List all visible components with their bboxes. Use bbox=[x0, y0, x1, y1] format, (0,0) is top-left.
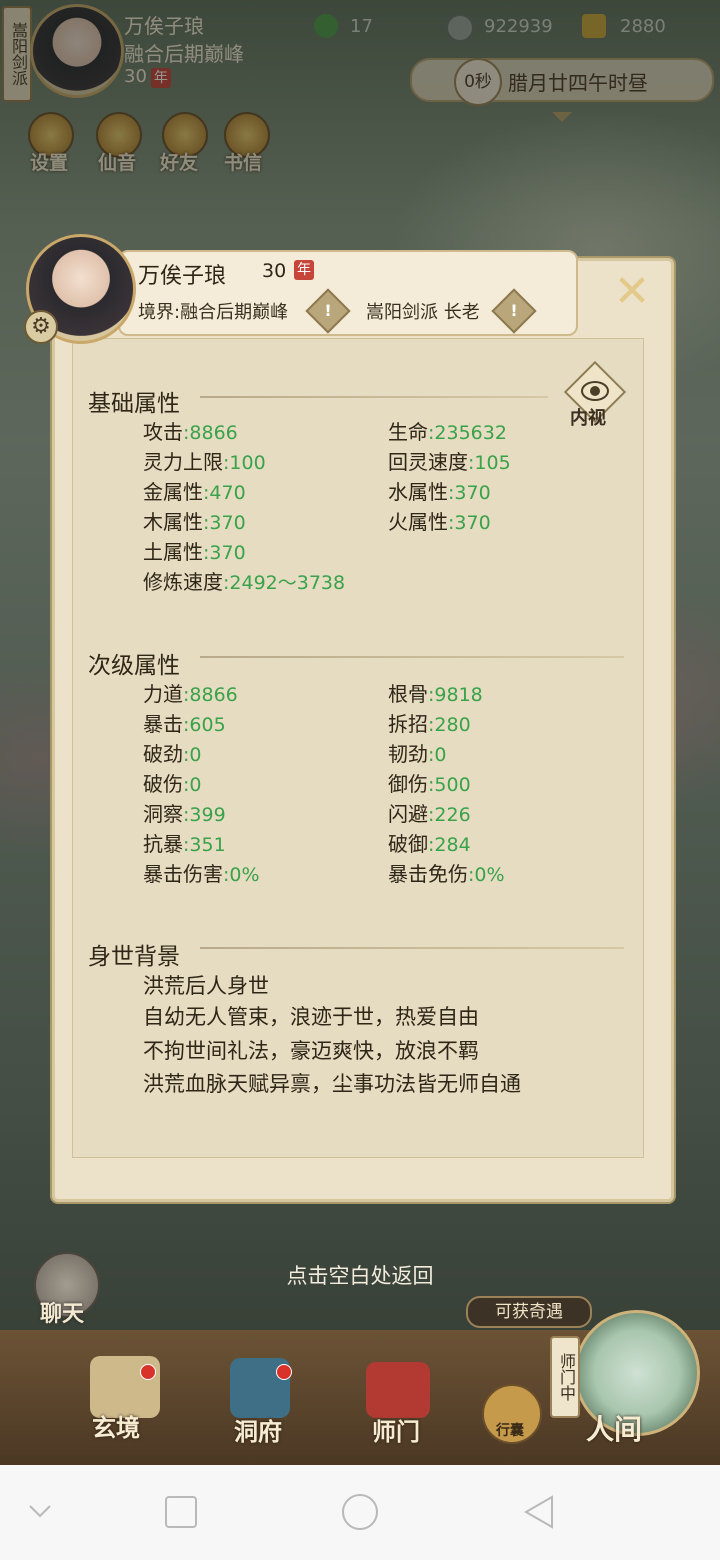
adventure-available-ribbon[interactable]: 可获奇遇 bbox=[466, 1296, 592, 1328]
stat-crit-damage: 暴击伤害:0% bbox=[143, 862, 260, 886]
divider bbox=[200, 947, 624, 949]
secondary-attributes-title: 次级属性 bbox=[88, 653, 180, 679]
stat-strength: 力道:8866 bbox=[143, 682, 238, 706]
divider bbox=[200, 396, 548, 398]
character-sect: 嵩阳剑派 长老 bbox=[366, 302, 480, 323]
close-icon[interactable]: ✕ bbox=[610, 270, 654, 314]
stat-mana-regen: 回灵速度:105 bbox=[388, 450, 511, 474]
stat-water: 水属性:370 bbox=[388, 480, 491, 504]
background-line: 洪荒血脉天赋异禀，尘事功法皆无师自通 bbox=[143, 1072, 521, 1096]
character-age: 30 bbox=[262, 260, 287, 282]
nav-world[interactable]: 人间 bbox=[586, 1408, 642, 1448]
nav-sect[interactable]: 师门 bbox=[372, 1412, 420, 1447]
stat-mana-cap: 灵力上限:100 bbox=[143, 450, 266, 474]
background-line: 自幼无人管束，浪迹于世，热爱自由 bbox=[143, 1005, 479, 1029]
stat-dodge: 闪避:226 bbox=[388, 802, 471, 826]
notification-dot bbox=[276, 1364, 292, 1380]
stat-earth: 土属性:370 bbox=[143, 540, 246, 564]
background-line: 洪荒后人身世 bbox=[143, 974, 269, 998]
stat-attack: 攻击:8866 bbox=[143, 420, 238, 444]
home-icon[interactable] bbox=[342, 1494, 378, 1530]
stat-penetration: 破劲:0 bbox=[143, 742, 202, 766]
stat-armor-break: 破御:284 bbox=[388, 832, 471, 856]
stat-metal: 金属性:470 bbox=[143, 480, 246, 504]
stat-constitution: 根骨:9818 bbox=[388, 682, 483, 706]
stat-parry: 拆招:280 bbox=[388, 712, 471, 736]
stat-crit-resist: 抗暴:351 bbox=[143, 832, 226, 856]
sect-status-tag: 师门中 bbox=[550, 1336, 580, 1418]
sect-nav-icon[interactable] bbox=[366, 1362, 430, 1418]
stat-wood: 木属性:370 bbox=[143, 510, 246, 534]
divider bbox=[200, 656, 624, 658]
stat-fire: 火属性:370 bbox=[388, 510, 491, 534]
nav-cave[interactable]: 洞府 bbox=[234, 1412, 282, 1447]
inner-view-button[interactable]: 内视 bbox=[563, 360, 627, 429]
background-line: 不拘世间礼法，豪迈爽快，放浪不羁 bbox=[143, 1039, 479, 1063]
recents-icon[interactable] bbox=[165, 1496, 197, 1528]
character-name: 万俟子琅 bbox=[138, 264, 227, 289]
eye-icon bbox=[581, 381, 609, 401]
inner-view-label: 内视 bbox=[570, 408, 606, 429]
stat-crit: 暴击:605 bbox=[143, 712, 226, 736]
stat-insight: 洞察:399 bbox=[143, 802, 226, 826]
background-title: 身世背景 bbox=[88, 944, 180, 970]
back-icon[interactable] bbox=[522, 1494, 556, 1530]
tap-to-return-hint[interactable]: 点击空白处返回 bbox=[230, 1260, 490, 1290]
nav-bag[interactable]: 行囊 bbox=[496, 1420, 524, 1440]
nav-realm[interactable]: 玄境 bbox=[92, 1408, 140, 1443]
stat-cultivation-speed: 修炼速度:2492～3738 bbox=[143, 570, 346, 594]
stat-damage-reduction: 御伤:500 bbox=[388, 772, 471, 796]
character-realm: 境界:融合后期巅峰 bbox=[138, 302, 289, 323]
chat-label[interactable]: 聊天 bbox=[40, 1296, 84, 1328]
stat-crit-damage-reduction: 暴击免伤:0% bbox=[388, 862, 505, 886]
notification-dot bbox=[140, 1364, 156, 1380]
stat-toughness: 韧劲:0 bbox=[388, 742, 447, 766]
settings-icon[interactable]: ⚙ bbox=[24, 310, 58, 344]
basic-attributes-title: 基础属性 bbox=[88, 391, 180, 417]
stat-break-damage: 破伤:0 bbox=[143, 772, 202, 796]
age-badge: 年 bbox=[290, 259, 314, 280]
chevron-down-icon[interactable] bbox=[26, 1498, 54, 1526]
stat-hp: 生命:235632 bbox=[388, 420, 507, 444]
